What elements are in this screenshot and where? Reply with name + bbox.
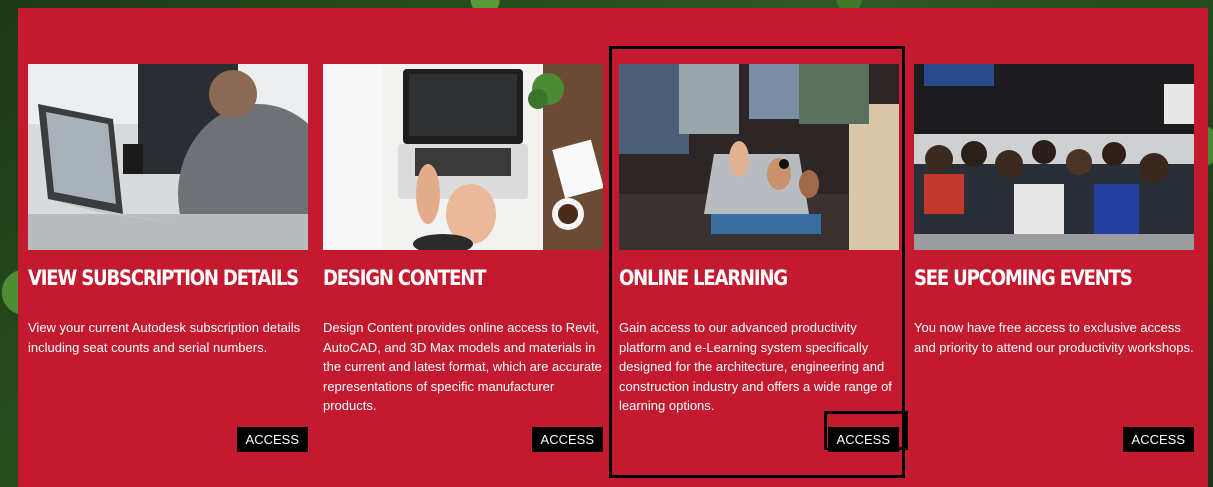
card-design-content: DESIGN CONTENT Design Content provides o… <box>323 64 603 484</box>
card-title: SEE UPCOMING EVENTS <box>914 266 1133 290</box>
access-button-upcoming-events[interactable]: ACCESS <box>1122 427 1194 452</box>
services-panel: VIEW SUBSCRIPTION DETAILS View your curr… <box>18 8 1208 487</box>
access-button-online-learning[interactable]: ACCESS <box>827 427 899 452</box>
leafy-background: VIEW SUBSCRIPTION DETAILS View your curr… <box>0 0 1213 487</box>
card-title: ONLINE LEARNING <box>619 266 788 290</box>
card-description: Design Content provides online access to… <box>323 320 602 413</box>
card-title: DESIGN CONTENT <box>323 266 486 290</box>
card-upcoming-events: SEE UPCOMING EVENTS You now have free ac… <box>914 64 1194 484</box>
card-image-workshop-audience <box>914 64 1194 250</box>
access-button-design-content[interactable]: ACCESS <box>531 427 603 452</box>
access-button-subscription[interactable]: ACCESS <box>236 427 308 452</box>
card-image-laptop-desk <box>323 64 603 250</box>
card-subscription-details: VIEW SUBSCRIPTION DETAILS View your curr… <box>28 64 308 484</box>
card-image-laptop-user <box>28 64 308 250</box>
card-description: You now have free access to exclusive ac… <box>914 320 1194 355</box>
card-image-group-laptop <box>619 64 899 250</box>
card-description: Gain access to our advanced productivity… <box>619 320 892 413</box>
card-title: VIEW SUBSCRIPTION DETAILS <box>28 266 299 290</box>
card-description: View your current Autodesk subscription … <box>28 320 301 355</box>
card-online-learning: ONLINE LEARNING Gain access to our advan… <box>619 64 899 484</box>
